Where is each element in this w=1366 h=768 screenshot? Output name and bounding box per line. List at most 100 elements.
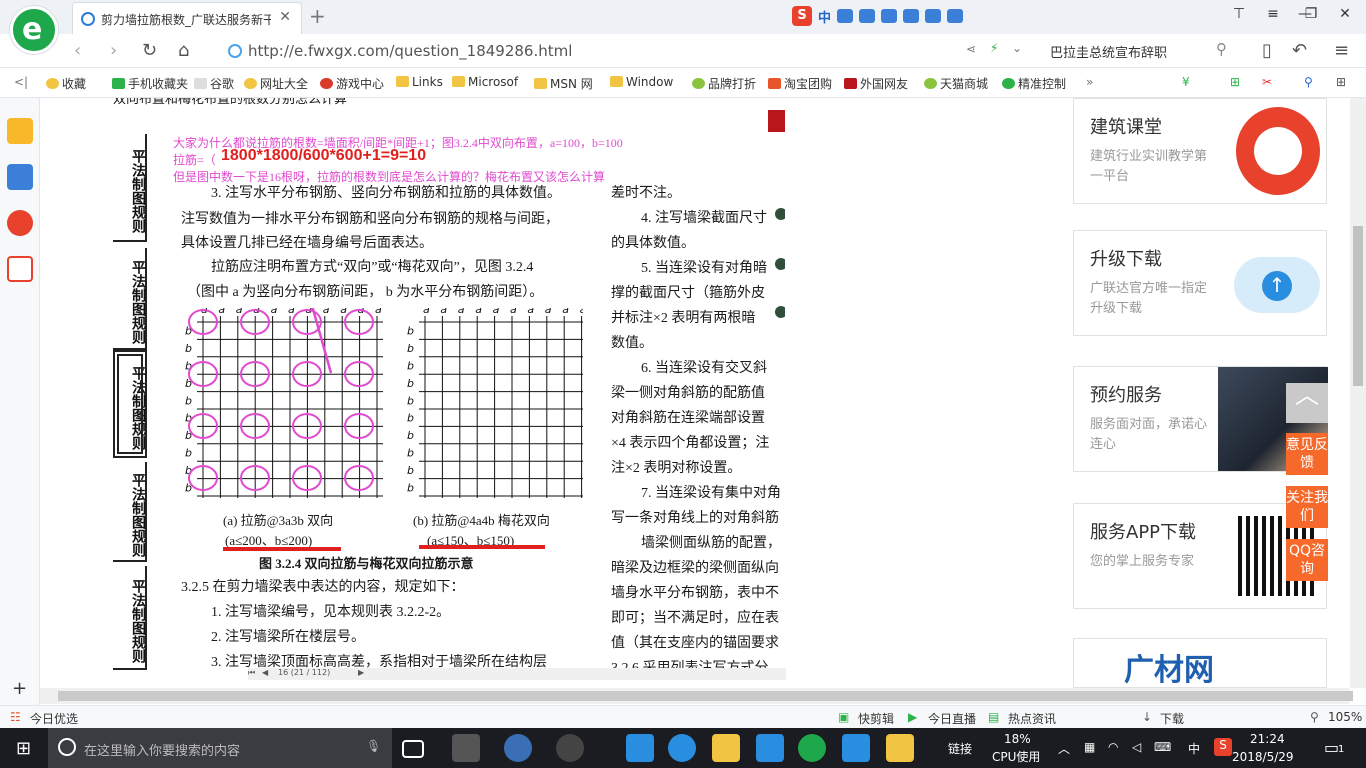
url-field[interactable]: http://e.fwxgx.com/question_1849286.html… bbox=[224, 38, 1234, 64]
follow-us-button[interactable]: 关注我们 bbox=[1286, 486, 1328, 528]
pinned-app-icon[interactable] bbox=[452, 734, 480, 762]
qq-consult-button[interactable]: QQ咨询 bbox=[1286, 539, 1328, 581]
today-pick-label[interactable]: 今日优选 bbox=[30, 710, 78, 727]
ime-mic-icon[interactable] bbox=[881, 9, 898, 23]
close-window-button[interactable]: ✕ bbox=[1334, 6, 1356, 26]
bookmark-item[interactable]: 品牌打折 bbox=[692, 75, 756, 92]
vertical-scrollbar[interactable] bbox=[1350, 98, 1366, 688]
bookmark-item[interactable]: 收藏 bbox=[46, 75, 86, 92]
yen-icon[interactable]: ¥ bbox=[1182, 75, 1190, 89]
card-building-class[interactable]: 建筑课堂 建筑行业实训教学第一平台 bbox=[1073, 98, 1327, 204]
taskbar-search[interactable]: 在这里输入你要搜索的内容 🎙 bbox=[48, 728, 392, 768]
card-gldjc[interactable]: 广材网 bbox=[1073, 638, 1327, 688]
home-icon[interactable]: ⌂ bbox=[178, 40, 189, 61]
live-icon[interactable]: ▶ bbox=[908, 710, 917, 724]
add-sidebar-icon[interactable]: + bbox=[12, 678, 27, 699]
search-ext-icon[interactable]: ⚲ bbox=[1304, 75, 1313, 89]
zoom-icon[interactable]: ⚲ bbox=[1310, 710, 1319, 724]
news-icon[interactable]: ▤ bbox=[988, 710, 999, 724]
pinned-app-icon[interactable] bbox=[504, 734, 532, 762]
pinned-app-icon[interactable] bbox=[556, 734, 584, 762]
browser-taskbar-icon[interactable] bbox=[798, 734, 826, 762]
ime-indicator[interactable]: 中 bbox=[1188, 740, 1200, 757]
bookmark-folder[interactable]: Window bbox=[610, 75, 673, 89]
search-icon[interactable]: ⚲ bbox=[1216, 40, 1227, 58]
pinned-app-icon[interactable] bbox=[842, 734, 870, 762]
tray-icon[interactable]: ▦ bbox=[1084, 740, 1095, 754]
ime-keyboard-icon[interactable] bbox=[903, 9, 920, 23]
url-text[interactable]: http://e.fwxgx.com/question_1849286.html bbox=[248, 42, 572, 60]
volume-icon[interactable]: ◁ bbox=[1132, 740, 1141, 754]
download-icon[interactable]: ↓ bbox=[1142, 710, 1152, 724]
link-label[interactable]: 链接 bbox=[948, 740, 972, 757]
scissors-icon[interactable]: ✂ bbox=[1262, 75, 1272, 89]
pinned-app-icon[interactable] bbox=[756, 734, 784, 762]
bookmark-folder[interactable]: Links bbox=[396, 75, 443, 89]
explorer-icon[interactable] bbox=[712, 734, 740, 762]
bookmark-item[interactable]: 网址大全 bbox=[244, 75, 308, 92]
card-upgrade-download[interactable]: 升级下载 广联达官方唯一指定升级下载 ↑ bbox=[1073, 230, 1327, 336]
refresh-icon[interactable]: ↻ bbox=[142, 40, 157, 61]
more-bookmarks-icon[interactable]: » bbox=[1086, 75, 1093, 89]
tray-chevron-icon[interactable]: ︿ bbox=[1058, 740, 1070, 757]
chevron-down-icon[interactable]: ⌄ bbox=[1012, 41, 1022, 55]
mail-icon[interactable] bbox=[7, 256, 33, 282]
ie-icon[interactable] bbox=[668, 734, 696, 762]
grid-icon[interactable]: ⊞ bbox=[1336, 75, 1346, 89]
ime-skin-icon[interactable] bbox=[925, 9, 942, 23]
sogou-ime-toolbar[interactable]: S 中 bbox=[792, 5, 964, 27]
reading-list-icon[interactable] bbox=[7, 164, 33, 190]
ext-icon[interactable]: ⊞ bbox=[1230, 75, 1240, 89]
bookmark-item[interactable]: 外国网友 bbox=[844, 75, 908, 92]
undo-icon[interactable]: ↶ bbox=[1292, 40, 1307, 61]
pdf-next-icon[interactable]: ▶ bbox=[358, 668, 364, 677]
ime-punct-icon[interactable] bbox=[837, 9, 854, 23]
ime-emoji-icon[interactable] bbox=[859, 9, 876, 23]
bookmark-folder[interactable]: MSN 网 bbox=[534, 75, 593, 92]
windows-start-icon[interactable]: ⊞ bbox=[16, 738, 31, 759]
back-icon[interactable]: ‹ bbox=[74, 40, 81, 61]
pdf-prev-icon[interactable]: ◀ bbox=[262, 668, 268, 677]
new-tab-button[interactable]: + bbox=[309, 4, 326, 28]
ime-settings-icon[interactable] bbox=[947, 9, 964, 23]
browser-tab[interactable]: 剪力墙拉筋根数_广联达服务新干线 ✕ bbox=[72, 2, 302, 34]
share-icon[interactable]: ⋖ bbox=[966, 42, 976, 56]
tab-close-icon[interactable]: ✕ bbox=[279, 9, 291, 25]
bookmark-item[interactable]: 淘宝团购 bbox=[768, 75, 832, 92]
mic-icon[interactable]: 🎙 bbox=[366, 739, 381, 753]
today-pick-icon[interactable]: ☷ bbox=[10, 710, 21, 724]
status-item[interactable]: 下载 bbox=[1160, 710, 1184, 727]
bookmark-item[interactable]: 谷歌 bbox=[194, 75, 234, 92]
horizontal-scrollbar[interactable] bbox=[40, 688, 1353, 704]
pinned-app-icon[interactable] bbox=[886, 734, 914, 762]
taskbar-search-placeholder[interactable]: 在这里输入你要搜索的内容 bbox=[84, 740, 240, 759]
forward-icon[interactable]: › bbox=[110, 40, 117, 61]
mobile-icon[interactable]: ▯ bbox=[1262, 40, 1272, 61]
clock-time[interactable]: 21:24 bbox=[1250, 732, 1285, 746]
status-item[interactable]: 热点资讯 bbox=[1008, 710, 1056, 727]
bookmark-folder[interactable]: Microsof bbox=[452, 75, 518, 89]
sidebar-toggle-icon[interactable]: <| bbox=[14, 75, 28, 89]
bookmark-item[interactable]: 精准控制 bbox=[1002, 75, 1066, 92]
zoom-level[interactable]: 105% bbox=[1328, 710, 1362, 724]
edge-icon[interactable] bbox=[626, 734, 654, 762]
menu-lines-icon[interactable]: ≡ bbox=[1334, 40, 1349, 61]
pdf-first-icon[interactable]: ⏮ bbox=[248, 668, 255, 678]
feedback-button[interactable]: 意见反馈 bbox=[1286, 433, 1328, 475]
weibo-icon[interactable] bbox=[7, 210, 33, 236]
status-item[interactable]: 快剪辑 bbox=[858, 710, 894, 727]
scroll-thumb[interactable] bbox=[1353, 226, 1363, 386]
sogou-mode-label[interactable]: 中 bbox=[818, 7, 831, 26]
sogou-tray-icon[interactable]: S bbox=[1214, 738, 1232, 756]
scroll-thumb[interactable] bbox=[58, 691, 1353, 701]
menu-icon[interactable]: ≡ bbox=[1262, 6, 1284, 26]
bookmark-item[interactable]: 手机收藏夹 bbox=[112, 75, 188, 92]
bookmark-item[interactable]: 游戏中心 bbox=[320, 75, 384, 92]
favorites-star-icon[interactable] bbox=[7, 118, 33, 144]
bookmark-item[interactable]: 天猫商城 bbox=[924, 75, 988, 92]
back-to-top-button[interactable]: ︿ bbox=[1286, 383, 1328, 423]
search-box-text[interactable]: 巴拉圭总统宣布辞职 bbox=[1050, 42, 1167, 61]
clock-date[interactable]: 2018/5/29 bbox=[1232, 750, 1294, 764]
mini-shirt-icon[interactable]: ⊤ bbox=[1228, 6, 1250, 26]
bolt-icon[interactable]: ⚡ bbox=[990, 41, 998, 55]
